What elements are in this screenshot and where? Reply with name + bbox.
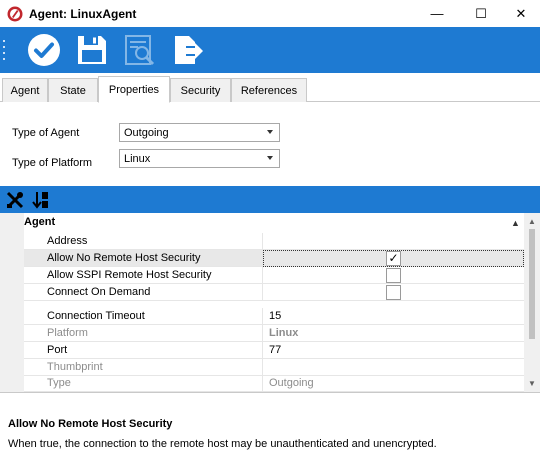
inspect-button[interactable] xyxy=(122,32,158,68)
close-button[interactable]: ✕ xyxy=(502,0,540,27)
allow-no-remote-host-security-checkbox[interactable]: ✓ xyxy=(386,251,401,266)
floppy-disk-icon xyxy=(78,36,106,64)
property-row-platform: Platform Linux xyxy=(24,325,524,342)
property-row-type: Type Outgoing xyxy=(24,375,524,392)
property-row-connection-timeout[interactable]: Connection Timeout 15 xyxy=(24,308,524,325)
allow-sspi-remote-host-security-checkbox[interactable] xyxy=(386,268,401,283)
tab-properties[interactable]: Properties xyxy=(98,76,170,103)
main-toolbar xyxy=(0,27,540,73)
categorized-view-button[interactable] xyxy=(4,189,26,211)
magnify-document-icon xyxy=(125,35,155,66)
property-grid-scrollbar[interactable]: ▲ ▼ xyxy=(524,213,540,392)
type-of-agent-label: Type of Agent xyxy=(12,127,80,139)
type-of-agent-select[interactable]: Outgoing xyxy=(119,123,280,142)
scroll-down-arrow-icon[interactable]: ▼ xyxy=(528,379,536,388)
tab-strip: Agent State Properties Security Referenc… xyxy=(0,76,540,103)
minimize-button[interactable]: — xyxy=(414,0,460,27)
save-button[interactable] xyxy=(74,32,110,68)
description-title: Allow No Remote Host Security xyxy=(8,418,173,430)
property-grid-toolbar xyxy=(0,186,540,213)
type-of-platform-label: Type of Platform xyxy=(12,157,93,169)
title-bar: Agent: LinuxAgent — ☐ ✕ xyxy=(0,0,540,27)
scrollbar-thumb[interactable] xyxy=(529,229,535,339)
window-title: Agent: LinuxAgent xyxy=(29,6,137,21)
tools-icon xyxy=(6,191,24,208)
tab-agent[interactable]: Agent xyxy=(2,78,48,102)
chevron-down-icon xyxy=(267,130,273,134)
property-row-address[interactable]: Address xyxy=(24,233,524,250)
category-header[interactable]: Agent xyxy=(24,216,55,228)
chevron-down-icon xyxy=(267,156,273,160)
tab-security[interactable]: Security xyxy=(170,78,231,102)
property-row-connect-on-demand[interactable]: Connect On Demand xyxy=(24,284,524,301)
property-row-allow-no-remote-host-security[interactable]: Allow No Remote Host Security ✓ xyxy=(24,250,524,267)
connect-on-demand-checkbox[interactable] xyxy=(386,285,401,300)
property-row-port[interactable]: Port 77 xyxy=(24,342,524,359)
property-grid: Agent ▲ Address Allow No Remote Host Sec… xyxy=(0,213,540,393)
property-row-thumbprint: Thumbprint xyxy=(24,359,524,376)
app-logo-icon xyxy=(7,6,23,21)
export-document-icon xyxy=(175,36,203,64)
collapse-icon[interactable]: ▲ xyxy=(511,218,520,228)
tab-state[interactable]: State xyxy=(48,78,98,102)
grid-gutter xyxy=(0,213,24,392)
tab-references[interactable]: References xyxy=(231,78,307,102)
save-and-close-button[interactable] xyxy=(26,32,62,68)
scroll-up-arrow-icon[interactable]: ▲ xyxy=(528,217,536,226)
description-text: When true, the connection to the remote … xyxy=(8,438,437,450)
type-of-platform-select[interactable]: Linux xyxy=(119,149,280,168)
property-row-allow-sspi-remote-host-security[interactable]: Allow SSPI Remote Host Security xyxy=(24,267,524,284)
export-button[interactable] xyxy=(170,32,206,68)
check-circle-icon xyxy=(28,34,60,66)
alphabetical-sort-button[interactable] xyxy=(30,189,52,211)
toolbar-grip[interactable] xyxy=(3,36,8,64)
maximize-button[interactable]: ☐ xyxy=(458,0,504,27)
sort-az-icon xyxy=(32,191,48,209)
